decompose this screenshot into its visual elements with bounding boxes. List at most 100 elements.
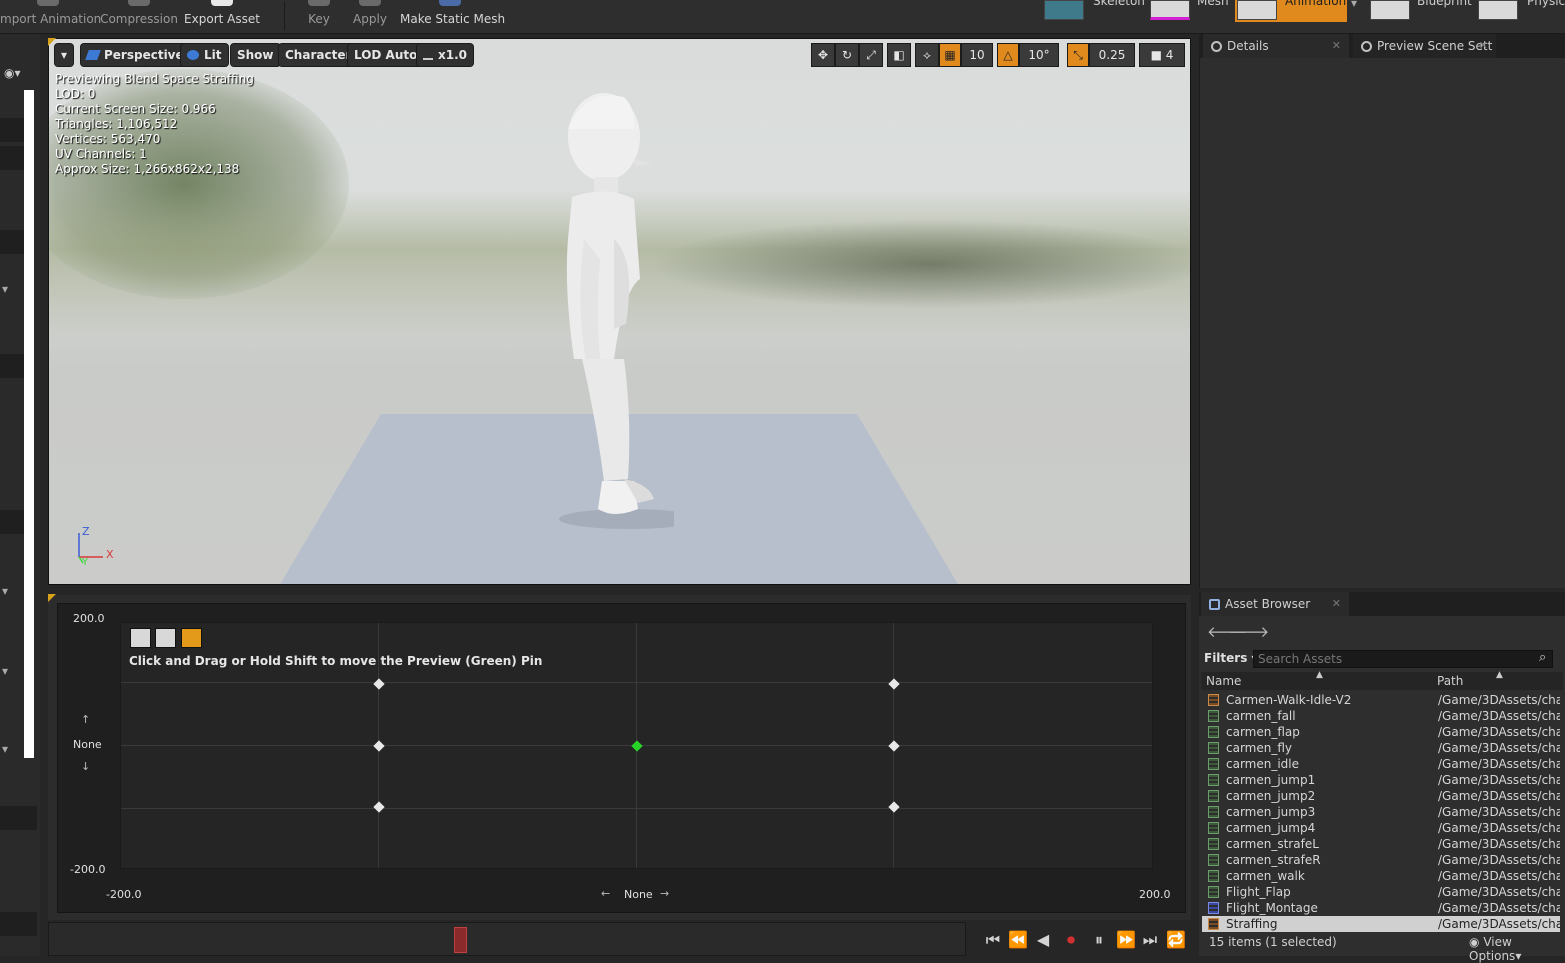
mode-tab-mesh[interactable]: Mesh [1149,0,1231,22]
make-static-mesh-button[interactable]: Make Static Mesh [400,0,505,34]
translate-icon[interactable]: ✥ [811,43,835,67]
chevron-down-icon[interactable]: ▾ [2,584,8,598]
surface-snap-icon[interactable]: ⟡ [915,43,939,67]
blend-sample-point[interactable] [888,801,900,813]
animation-icon [1208,758,1219,770]
show-button[interactable]: Show [230,43,281,67]
left-row [0,230,24,254]
tab-asset-browser[interactable]: Asset Browser ✕ [1201,592,1349,616]
asset-row[interactable]: carmen_idle/Game/3DAssets/cha [1202,756,1560,772]
animation-icon [1208,710,1219,722]
camera-speed-button[interactable]: ■ 4 [1139,43,1185,67]
column-path[interactable]: Path [1437,672,1463,690]
blend-sample-point[interactable] [888,678,900,690]
play-reverse-icon[interactable]: ◀ [1033,930,1053,950]
timeline-playhead[interactable] [454,927,467,953]
skip-to-start-icon[interactable]: ⏮ [983,930,1003,950]
mode-tab-animation[interactable]: Animation [1235,0,1347,22]
preview-pin[interactable] [630,739,643,752]
loop-icon[interactable]: 🔁 [1166,930,1186,950]
asset-row[interactable]: carmen_strafeL/Game/3DAssets/cha [1202,836,1560,852]
close-icon[interactable]: ✕ [1479,34,1488,58]
asset-name: Flight_Flap [1226,885,1291,899]
tab-details[interactable]: Details ✕ [1203,34,1349,58]
step-back-icon[interactable]: ⏪ [1008,930,1028,950]
asset-row[interactable]: carmen_flap/Game/3DAssets/cha [1202,724,1560,740]
key-button[interactable]: Key [298,0,340,34]
mode-tab-skeleton[interactable]: Skeleton [1043,0,1145,22]
animation-icon [1208,774,1219,786]
label-tool-icon[interactable] [155,628,176,648]
lit-button[interactable]: Lit [180,43,229,67]
rotate-icon[interactable]: ↻ [835,43,859,67]
export-asset-button[interactable]: Export Asset [182,0,262,34]
asset-row[interactable]: carmen_jump3/Game/3DAssets/cha [1202,804,1560,820]
stats-line: UV Channels: 1 [55,147,147,161]
asset-row[interactable]: Carmen-Walk-Idle-V2/Game/3DAssets/cha [1202,692,1560,708]
perspective-button[interactable]: Perspective [80,43,191,67]
forward-arrow-icon[interactable]: 🡒 [1229,622,1269,641]
close-icon[interactable]: ✕ [1332,592,1341,616]
chevron-down-icon[interactable]: ▾ [2,282,8,296]
apply-button[interactable]: Apply [348,0,392,34]
compression-button[interactable]: Compression [100,0,178,34]
scale-snap-value[interactable]: 0.25 [1089,43,1135,67]
rotation-snap-icon[interactable]: △ [997,43,1019,67]
scale-icon[interactable]: ⤢ [859,43,883,67]
asset-row[interactable]: Flight_Flap/Game/3DAssets/cha [1202,884,1560,900]
step-forward-icon[interactable]: ⏩ [1116,930,1136,950]
asset-row[interactable]: Flight_Montage/Game/3DAssets/cha [1202,900,1560,916]
tab-preview-scene-settings[interactable]: Preview Scene Sett ✕ [1353,34,1496,58]
skip-to-end-icon[interactable]: ⏭ [1140,930,1160,950]
search-assets-input[interactable]: Search Assets [1253,650,1553,668]
chevron-down-icon[interactable]: ▾ [1351,0,1357,10]
camera-icon: ■ [1150,48,1162,62]
view-options-button[interactable]: ◉ View Options▾ [1469,935,1565,963]
asset-name: carmen_jump1 [1226,773,1316,787]
asset-row[interactable]: carmen_jump4/Game/3DAssets/cha [1202,820,1560,836]
asset-row[interactable]: carmen_walk/Game/3DAssets/cha [1202,868,1560,884]
asset-row[interactable]: Straffing/Game/3DAssets/cha [1202,916,1560,932]
asset-row[interactable]: carmen_jump2/Game/3DAssets/cha [1202,788,1560,804]
lod-auto-button[interactable]: LOD Auto [347,43,425,67]
left-row [0,806,37,830]
chevron-down-icon[interactable]: ▾ [2,742,8,756]
playback-speed-button[interactable]: x1.0 [416,43,474,67]
close-icon[interactable]: ✕ [1332,34,1341,58]
x-axis-name: None [624,888,653,901]
eye-icon[interactable]: ◉▾ [4,66,21,80]
import-animation-button[interactable]: mport Animation [0,0,101,34]
character-mesh[interactable] [554,89,674,534]
sort-icon: ▲ [1316,670,1323,680]
grid-snap-value[interactable]: 10 [961,43,993,67]
move-pin-tool-icon[interactable] [181,628,202,648]
search-icon[interactable]: ⌕ [1539,650,1546,665]
chevron-down-icon[interactable]: ▾ [2,664,8,678]
record-icon[interactable]: ⏺ [1060,930,1082,950]
scrollbar[interactable] [24,90,34,758]
compression-icon [128,0,150,6]
timeline-scrubber[interactable] [48,922,966,956]
viewport-options-button[interactable]: ▾ [54,43,74,67]
blend-sample-point[interactable] [373,801,385,813]
mode-tab-physics[interactable]: Physic [1477,0,1565,22]
asset-row[interactable]: carmen_jump1/Game/3DAssets/cha [1202,772,1560,788]
world-local-icon[interactable]: ◧ [887,43,911,67]
blend-sample-point[interactable] [373,739,385,752]
scale-snap-icon[interactable]: ⤡ [1067,43,1089,67]
column-name[interactable]: Name [1206,672,1241,690]
pause-icon[interactable]: ⏸ [1089,930,1109,950]
blend-sample-point[interactable] [888,739,900,752]
grid-tool-icon[interactable] [130,628,151,648]
rotation-snap-value[interactable]: 10° [1019,43,1059,67]
asset-name: carmen_jump2 [1226,789,1316,803]
grid-snap-icon[interactable]: ▦ [939,43,961,67]
asset-row[interactable]: carmen_fly/Game/3DAssets/cha [1202,740,1560,756]
mode-tab-blueprint[interactable]: Blueprint [1369,0,1472,22]
filters-button[interactable]: Filters ▾ [1204,651,1258,665]
preview-viewport[interactable]: ▾ Perspective Lit Show Character LOD Aut… [48,38,1191,585]
asset-row[interactable]: carmen_strafeR/Game/3DAssets/cha [1202,852,1560,868]
x-axis-min: -200.0 [106,888,142,901]
asset-row[interactable]: carmen_fall/Game/3DAssets/cha [1202,708,1560,724]
blend-sample-point[interactable] [373,678,385,690]
